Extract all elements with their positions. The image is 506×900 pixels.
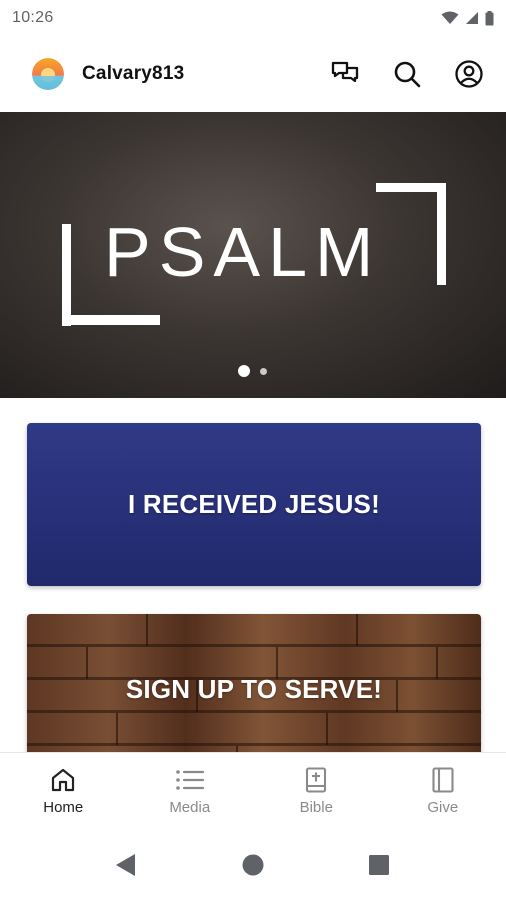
- nav-item-give[interactable]: Give: [380, 753, 506, 828]
- received-jesus-card[interactable]: I RECEIVED JESUS!: [27, 423, 481, 586]
- back-icon[interactable]: [116, 854, 135, 876]
- bottom-navigation: Home Media Bible Give: [0, 752, 506, 828]
- nav-label-home: Home: [43, 799, 84, 816]
- nav-label-bible: Bible: [299, 799, 333, 816]
- hero-banner[interactable]: PSALM: [0, 112, 506, 398]
- bible-icon: [306, 767, 327, 793]
- carousel-indicator: [238, 365, 267, 377]
- wifi-icon: [441, 11, 459, 24]
- chat-icon: [331, 61, 359, 83]
- sign-up-serve-card[interactable]: SIGN UP TO SERVE!: [27, 614, 481, 764]
- search-icon: [394, 61, 421, 88]
- nav-item-media[interactable]: Media: [127, 753, 254, 828]
- app-bar: Calvary813: [0, 36, 506, 112]
- nav-item-bible[interactable]: Bible: [253, 753, 380, 828]
- received-jesus-label: I RECEIVED JESUS!: [128, 489, 380, 519]
- book-icon: [432, 767, 454, 793]
- hero-title: PSALM: [104, 213, 382, 291]
- sign-up-serve-label: SIGN UP TO SERVE!: [125, 673, 383, 704]
- status-time: 10:26: [12, 9, 54, 26]
- nav-label-give: Give: [427, 799, 459, 816]
- carousel-dot-active[interactable]: [238, 365, 250, 377]
- account-button[interactable]: [450, 55, 488, 93]
- list-icon: [175, 770, 204, 790]
- search-button[interactable]: [388, 55, 426, 93]
- app-title: Calvary813: [82, 63, 185, 84]
- home-circle-icon[interactable]: [242, 854, 264, 876]
- status-bar: 10:26: [0, 0, 506, 36]
- system-navigation-bar: [0, 828, 506, 900]
- recents-icon[interactable]: [369, 855, 389, 875]
- carousel-dot[interactable]: [260, 367, 267, 375]
- status-icons: [441, 10, 494, 26]
- battery-icon: [485, 10, 494, 25]
- nav-item-home[interactable]: Home: [0, 753, 127, 828]
- app-bar-actions: [326, 55, 488, 93]
- home-icon: [52, 768, 75, 792]
- cell-signal-icon: [466, 12, 478, 24]
- chat-button[interactable]: [326, 55, 364, 93]
- account-icon: [455, 60, 483, 88]
- church-logo[interactable]: [32, 58, 64, 90]
- nav-label-media: Media: [169, 799, 211, 816]
